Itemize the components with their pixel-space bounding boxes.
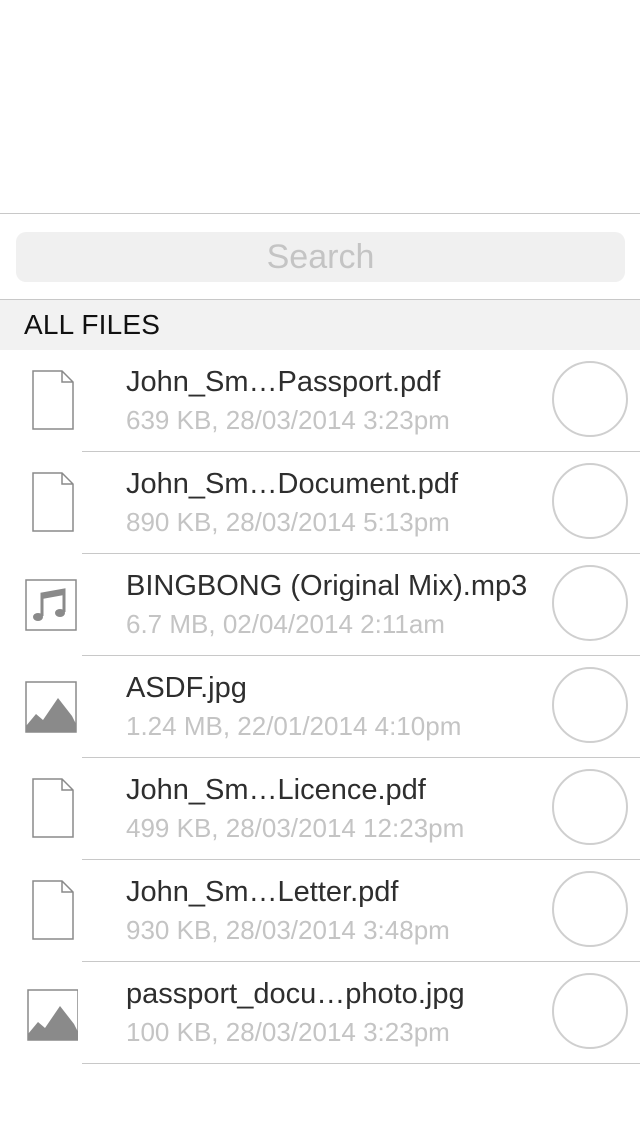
file-meta: 930 KB, 28/03/2014 3:48pm (126, 915, 450, 945)
select-checkbox[interactable] (552, 769, 628, 845)
file-row[interactable]: John_Sm…Passport.pdf 639 KB, 28/03/2014 … (0, 350, 640, 452)
file-meta: 499 KB, 28/03/2014 12:23pm (126, 813, 465, 843)
image-icon (22, 982, 79, 1044)
file-row[interactable]: passport_docu…photo.jpg 100 KB, 28/03/20… (0, 962, 640, 1064)
document-icon (22, 472, 78, 534)
select-checkbox[interactable] (552, 667, 628, 743)
file-name: John_Sm…Passport.pdf (126, 366, 441, 398)
file-browser-screen: ALL FILES John_Sm…Passport.pdf 639 KB, 2… (0, 0, 640, 1136)
file-meta: 6.7 MB, 02/04/2014 2:11am (126, 609, 445, 639)
file-row[interactable]: John_Sm…Letter.pdf 930 KB, 28/03/2014 3:… (0, 860, 640, 962)
file-meta: 100 KB, 28/03/2014 3:23pm (126, 1017, 450, 1047)
file-row[interactable]: John_Sm…Licence.pdf 499 KB, 28/03/2014 1… (0, 758, 640, 860)
file-name: ASDF.jpg (126, 672, 247, 704)
select-checkbox[interactable] (552, 871, 628, 947)
file-row[interactable]: ASDF.jpg 1.24 MB, 22/01/2014 4:10pm (0, 656, 640, 758)
music-icon (22, 574, 78, 636)
section-header: ALL FILES (0, 299, 640, 350)
document-icon (22, 880, 78, 942)
document-icon (22, 778, 78, 840)
file-list: John_Sm…Passport.pdf 639 KB, 28/03/2014 … (0, 350, 640, 1064)
image-icon (22, 676, 78, 738)
search-bar (0, 214, 640, 299)
file-name: John_Sm…Document.pdf (126, 468, 459, 500)
file-name: BINGBONG (Original Mix).mp3 (126, 570, 528, 602)
file-row[interactable]: BINGBONG (Original Mix).mp3 6.7 MB, 02/0… (0, 554, 640, 656)
search-input[interactable] (16, 232, 625, 282)
file-meta: 639 KB, 28/03/2014 3:23pm (126, 405, 450, 435)
row-divider (82, 1063, 640, 1064)
select-checkbox[interactable] (552, 361, 628, 437)
document-icon (22, 370, 78, 432)
file-name: John_Sm…Letter.pdf (126, 876, 399, 908)
header-area (0, 0, 640, 213)
file-name: passport_docu…photo.jpg (126, 978, 465, 1010)
select-checkbox[interactable] (552, 973, 628, 1049)
file-row[interactable]: John_Sm…Document.pdf 890 KB, 28/03/2014 … (0, 452, 640, 554)
file-meta: 1.24 MB, 22/01/2014 4:10pm (126, 711, 462, 741)
section-title: ALL FILES (24, 309, 161, 340)
select-checkbox[interactable] (552, 565, 628, 641)
file-name: John_Sm…Licence.pdf (126, 774, 426, 806)
select-checkbox[interactable] (552, 463, 628, 539)
file-meta: 890 KB, 28/03/2014 5:13pm (126, 507, 450, 537)
